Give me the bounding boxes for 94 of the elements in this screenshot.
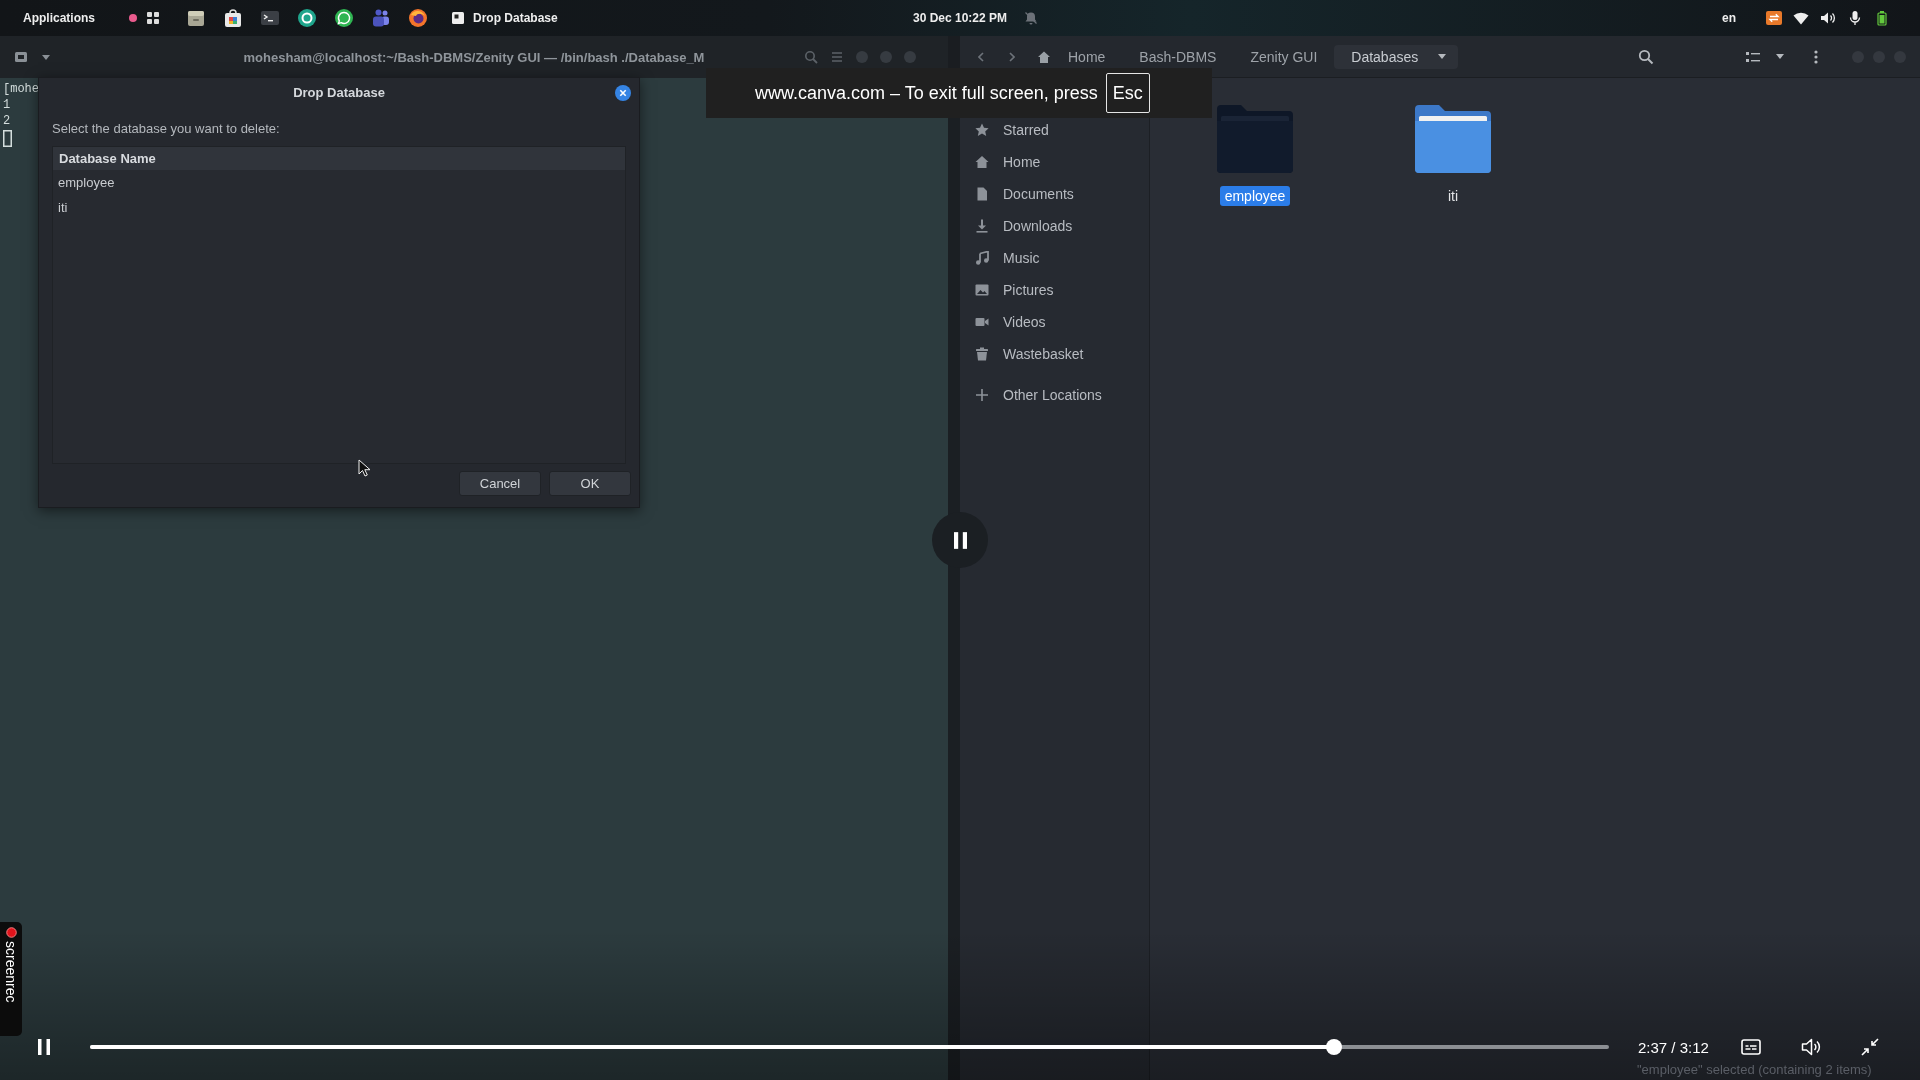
playback-time: 2:37 / 3:12 <box>1638 1038 1709 1056</box>
folder-icon <box>1413 103 1493 175</box>
record-dot-icon <box>5 927 17 938</box>
sidebar-item[interactable]: Documents <box>960 183 1149 205</box>
dialog-button[interactable]: Cancel <box>459 471 541 496</box>
recorder-label: screenrec <box>4 941 18 1003</box>
window-icon <box>452 12 464 24</box>
text-cursor-icon <box>3 130 12 147</box>
folder-name: employee <box>1219 186 1291 206</box>
battery-icon[interactable] <box>1874 10 1890 26</box>
table-row[interactable]: employee <box>53 169 625 195</box>
folder-item[interactable]: employee <box>1180 103 1330 206</box>
folder-name: iti <box>1446 187 1460 206</box>
path-button[interactable]: Bash-DBMS <box>1122 44 1234 69</box>
exit-fullscreen-icon[interactable] <box>1860 1038 1879 1056</box>
clock[interactable]: 30 Dec 10:22 PM <box>912 11 1008 25</box>
chevron-left-icon <box>978 51 984 62</box>
notice-text: www.canva.com – To exit full screen, press <box>755 82 1098 104</box>
esc-key: Esc <box>1105 73 1150 113</box>
caret-icon[interactable] <box>42 54 50 60</box>
folder-item[interactable]: iti <box>1378 103 1528 206</box>
trash-icon <box>975 347 989 361</box>
caret-icon <box>1438 54 1447 59</box>
status-text: "employee" selected (containing 2 items) <box>1637 1062 1872 1077</box>
home-icon <box>975 155 989 169</box>
table-row[interactable]: iti <box>53 194 625 220</box>
sidebar-label: Downloads <box>1003 218 1073 234</box>
applications-menu[interactable]: Applications <box>23 11 95 25</box>
sidebar-item[interactable]: Music <box>960 247 1149 269</box>
plus-icon <box>975 388 989 402</box>
picture-icon <box>975 283 989 297</box>
orb-icon[interactable] <box>408 8 428 28</box>
sidebar-item[interactable]: Starred <box>960 119 1149 141</box>
window-button[interactable]: Drop Database <box>452 11 558 25</box>
path-button[interactable]: Zenity GUI <box>1233 44 1335 69</box>
sidebar-label: Documents <box>1003 186 1074 202</box>
sidebar-label: Pictures <box>1003 282 1054 298</box>
sidebar-item[interactable]: Home <box>960 151 1149 173</box>
sidebar-label: Wastebasket <box>1003 346 1084 362</box>
terminal-line: 2 <box>3 113 11 129</box>
chat-icon[interactable] <box>334 8 354 28</box>
search-icon[interactable] <box>804 50 818 64</box>
sync-icon[interactable] <box>1766 10 1782 26</box>
download-icon <box>975 219 989 233</box>
status-dot-icon <box>129 14 137 22</box>
table-cell: employee <box>58 174 115 190</box>
close-button[interactable] <box>615 85 631 101</box>
dialog-button[interactable]: OK <box>549 471 631 496</box>
chevron-right-icon <box>1009 51 1015 62</box>
bag-icon[interactable] <box>223 8 243 28</box>
sidebar-item[interactable]: Downloads <box>960 215 1149 237</box>
close-icon <box>615 85 631 101</box>
grid-icon[interactable] <box>147 12 159 24</box>
star-icon <box>975 123 989 137</box>
people-icon[interactable] <box>371 8 391 28</box>
subtitles-icon[interactable] <box>1740 1039 1761 1055</box>
sidebar-item[interactable]: Pictures <box>960 279 1149 301</box>
sidebar-label: Music <box>1003 250 1040 266</box>
caret-icon[interactable] <box>1776 54 1784 59</box>
sidebar-label: Videos <box>1003 314 1046 330</box>
wifi-icon[interactable] <box>1793 10 1809 26</box>
ring-icon[interactable] <box>297 8 317 28</box>
mouse-pointer-icon <box>358 459 370 477</box>
music-note-icon <box>975 251 989 265</box>
list-view-icon[interactable] <box>1746 50 1760 63</box>
sidebar-label: Home <box>1003 154 1041 170</box>
table-cell: iti <box>58 199 68 215</box>
volume-icon[interactable] <box>1820 10 1836 26</box>
column-header[interactable]: Database Name <box>53 150 156 166</box>
terminal-line: 1 <box>3 97 11 113</box>
microphone-icon[interactable] <box>1847 10 1863 26</box>
keyboard-layout-indicator[interactable]: en <box>1722 11 1736 25</box>
drawer-icon[interactable] <box>186 8 206 28</box>
sidebar-item[interactable]: Wastebasket <box>960 343 1149 365</box>
sidebar-item[interactable]: Videos <box>960 311 1149 333</box>
folder-icon <box>1215 103 1295 175</box>
new-tab-icon[interactable] <box>14 50 28 64</box>
path-button[interactable]: Databases <box>1334 44 1459 69</box>
search-icon <box>1638 48 1654 65</box>
terminal-line: [mohe <box>3 81 39 97</box>
home-icon[interactable] <box>1037 49 1051 64</box>
path-button[interactable]: Home <box>1051 44 1123 69</box>
video-camera-icon <box>975 315 989 329</box>
sidebar-label: Starred <box>1003 122 1049 138</box>
window-title: mohesham@localhost:~/Bash-DBMS/Zenity GUI — /bin/bash ./Database_M <box>243 49 705 65</box>
bell-off-icon[interactable] <box>1024 11 1039 25</box>
dialog-title: Drop Database <box>293 85 385 101</box>
document-icon <box>975 187 989 201</box>
dialog-prompt: Select the database you want to delete: <box>52 120 280 137</box>
volume-icon[interactable] <box>1800 1038 1821 1056</box>
terminal-icon[interactable] <box>260 8 280 28</box>
sidebar-label: Other Locations <box>1003 387 1102 403</box>
menu-dots-icon[interactable] <box>1814 49 1818 64</box>
sidebar-item[interactable]: Other Locations <box>960 384 1149 406</box>
